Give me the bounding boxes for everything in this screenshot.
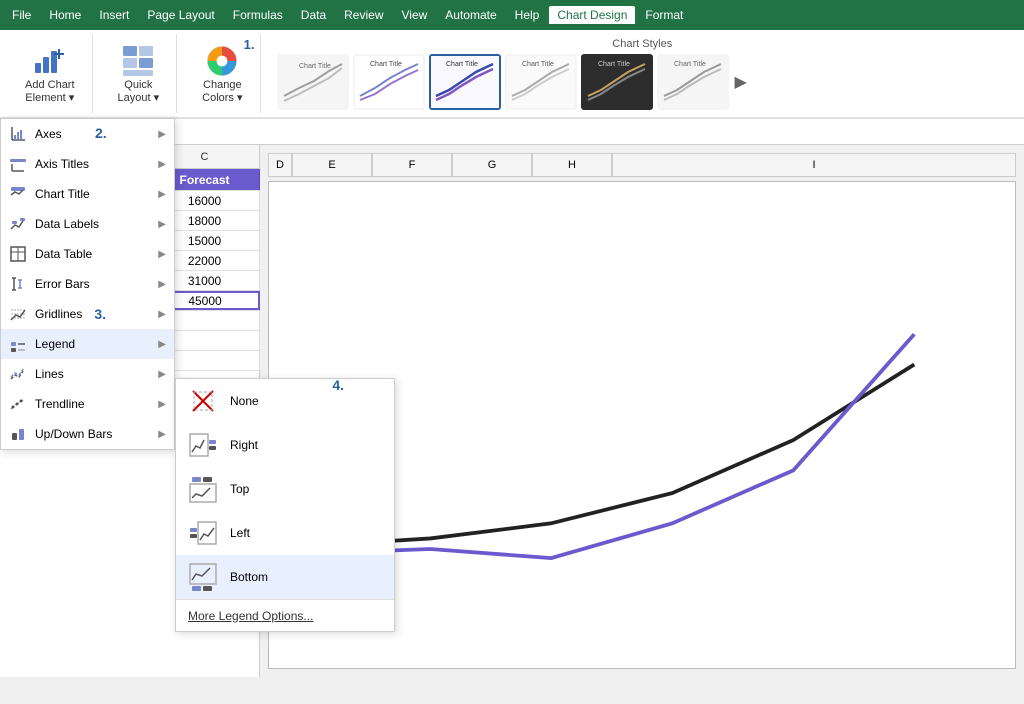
change-colors-button[interactable]: 1. ChangeColors ▾ [193, 38, 251, 109]
axis-titles-arrow: ▶ [158, 159, 166, 170]
legend-submenu: 4. None Right Top Left Bottom More Legen… [175, 378, 395, 632]
add-chart-group: Add ChartElement ▾ [8, 34, 93, 113]
svg-text:Chart Title: Chart Title [370, 61, 402, 68]
legend-none[interactable]: None [176, 379, 394, 423]
lines-icon [9, 365, 27, 383]
add-chart-icon [32, 43, 68, 79]
quick-layout-icon [120, 43, 156, 79]
error-bars-icon [9, 275, 27, 293]
chart-style-4[interactable]: Chart Title [505, 54, 577, 110]
legend-left[interactable]: Left [176, 511, 394, 555]
menu-chart-design[interactable]: Chart Design [549, 6, 635, 24]
menu-view[interactable]: View [394, 6, 436, 24]
data-table-icon [9, 245, 27, 263]
menu-item-axis-titles[interactable]: Axis Titles ▶ [1, 149, 174, 179]
legend-icon [9, 335, 27, 353]
trendline-arrow: ▶ [158, 399, 166, 410]
chart-style-1[interactable]: Chart Title [277, 54, 349, 110]
menu-item-updown-bars[interactable]: Up/Down Bars ▶ [1, 419, 174, 449]
menu-automate[interactable]: Automate [437, 6, 504, 24]
more-legend-options[interactable]: More Legend Options... [176, 599, 394, 631]
legend-top-icon [188, 474, 218, 504]
change-colors-label: ChangeColors ▾ [202, 79, 242, 104]
menu-item-gridlines[interactable]: Gridlines 3. ▶ [1, 299, 174, 329]
add-chart-element-button[interactable]: Add ChartElement ▾ [16, 38, 84, 109]
menu-format[interactable]: Format [637, 6, 691, 24]
data-labels-icon [9, 215, 27, 233]
quick-layout-group: QuickLayout ▾ [101, 34, 178, 113]
col-header-H[interactable]: H [532, 153, 612, 177]
menu-home[interactable]: Home [41, 6, 89, 24]
chart-style-2[interactable]: Chart Title [353, 54, 425, 110]
legend-arrow: ▶ [158, 339, 166, 350]
quick-layout-label: QuickLayout ▾ [118, 79, 160, 104]
legend-bottom-icon [188, 562, 218, 592]
error-bars-arrow: ▶ [158, 279, 166, 290]
menu-data[interactable]: Data [293, 6, 334, 24]
menu-item-chart-title[interactable]: Chart Title ▶ [1, 179, 174, 209]
svg-text:Chart Title: Chart Title [674, 61, 706, 68]
legend-top[interactable]: Top [176, 467, 394, 511]
legend-bottom[interactable]: Bottom [176, 555, 394, 599]
menu-insert[interactable]: Insert [91, 6, 137, 24]
menu-item-legend[interactable]: Legend ▶ [1, 329, 174, 359]
chart-styles-scroll-right[interactable]: ▶ [733, 72, 749, 92]
chart-style-5[interactable]: Chart Title [581, 54, 653, 110]
menu-page-layout[interactable]: Page Layout [139, 6, 222, 24]
quick-layout-button[interactable]: QuickLayout ▾ [109, 38, 169, 109]
updown-bars-icon [9, 425, 27, 443]
col-header-I[interactable]: I [612, 153, 1016, 177]
menu-review[interactable]: Review [336, 6, 391, 24]
legend-left-icon [188, 518, 218, 548]
formula-input[interactable] [117, 125, 1020, 139]
add-chart-label: Add ChartElement ▾ [25, 79, 75, 104]
gridlines-icon [9, 305, 27, 323]
col-header-G[interactable]: G [452, 153, 532, 177]
legend-none-icon [188, 386, 218, 416]
menu-item-axes[interactable]: Axes ▶ [1, 119, 174, 149]
legend-right[interactable]: Right [176, 423, 394, 467]
col-header-D[interactable]: D [268, 153, 292, 177]
axes-icon [9, 125, 27, 143]
right-col-headers: D E F G H I [268, 153, 1016, 177]
col-header-E[interactable]: E [292, 153, 372, 177]
menu-item-data-table[interactable]: Data Table ▶ [1, 239, 174, 269]
chart-title-icon [9, 185, 27, 203]
svg-text:Chart Title: Chart Title [299, 63, 331, 70]
svg-text:Chart Title: Chart Title [522, 61, 554, 68]
menu-item-data-labels[interactable]: Data Labels ▶ [1, 209, 174, 239]
trendline-icon [9, 395, 27, 413]
chart-title-arrow: ▶ [158, 189, 166, 200]
chart-style-3[interactable]: Chart Title [429, 54, 501, 110]
menu-item-lines[interactable]: Lines ▶ [1, 359, 174, 389]
gridlines-arrow: ▶ [158, 309, 166, 320]
data-table-arrow: ▶ [158, 249, 166, 260]
lines-arrow: ▶ [158, 369, 166, 380]
ribbon-content: Add ChartElement ▾ QuickLayout ▾ 1. [0, 30, 1024, 119]
menu-formulas[interactable]: Formulas [225, 6, 291, 24]
chart-styles-label: Chart Styles [277, 38, 1008, 50]
chart-style-6[interactable]: Chart Title [657, 54, 729, 110]
data-labels-arrow: ▶ [158, 219, 166, 230]
updown-bars-arrow: ▶ [158, 429, 166, 440]
step3-badge: 3. [94, 306, 106, 322]
chart-styles-section: Chart Styles Chart Title Chart Title Cha… [269, 38, 1016, 110]
change-colors-group: 1. ChangeColors ▾ [185, 34, 260, 113]
chart-styles-row: Chart Title Chart Title Chart Title Char… [277, 54, 1008, 110]
legend-right-icon [188, 430, 218, 460]
menu-file[interactable]: File [4, 6, 39, 24]
change-colors-icon [204, 43, 240, 79]
menu-bar: File Home Insert Page Layout Formulas Da… [0, 0, 1024, 30]
axes-arrow: ▶ [158, 129, 166, 140]
svg-text:Chart Title: Chart Title [598, 61, 630, 68]
axis-titles-icon [9, 155, 27, 173]
menu-help[interactable]: Help [507, 6, 548, 24]
step1-badge: 1. [244, 37, 255, 52]
menu-item-trendline[interactable]: Trendline ▶ [1, 389, 174, 419]
svg-text:Chart Title: Chart Title [446, 61, 478, 68]
menu-item-error-bars[interactable]: Error Bars ▶ [1, 269, 174, 299]
add-chart-dropdown: Axes ▶ Axis Titles ▶ Chart Title ▶ Data … [0, 118, 175, 450]
col-header-F[interactable]: F [372, 153, 452, 177]
